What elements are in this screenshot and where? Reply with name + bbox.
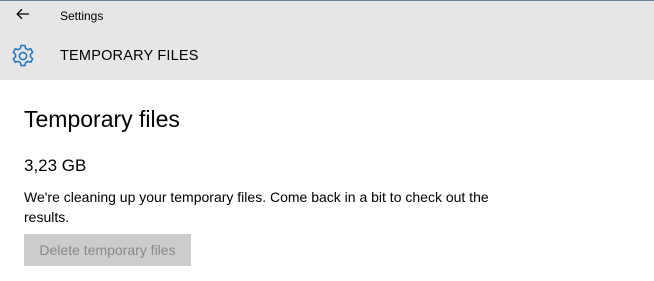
back-button[interactable]	[8, 2, 38, 30]
title-bar: Settings	[0, 1, 654, 32]
header-title: TEMPORARY FILES	[60, 48, 199, 64]
temp-files-size: 3,23 GB	[24, 156, 87, 175]
page-title: Temporary files	[24, 106, 180, 132]
status-message: We're cleaning up your temporary files. …	[24, 189, 489, 225]
back-arrow-icon	[16, 7, 30, 25]
page-header: TEMPORARY FILES	[0, 32, 654, 80]
window-title: Settings	[60, 9, 104, 23]
gear-icon	[10, 43, 36, 69]
settings-window: Settings TEMPORARY FILES Temporary files…	[0, 0, 654, 281]
delete-temporary-files-button[interactable]: Delete temporary files	[24, 234, 191, 266]
